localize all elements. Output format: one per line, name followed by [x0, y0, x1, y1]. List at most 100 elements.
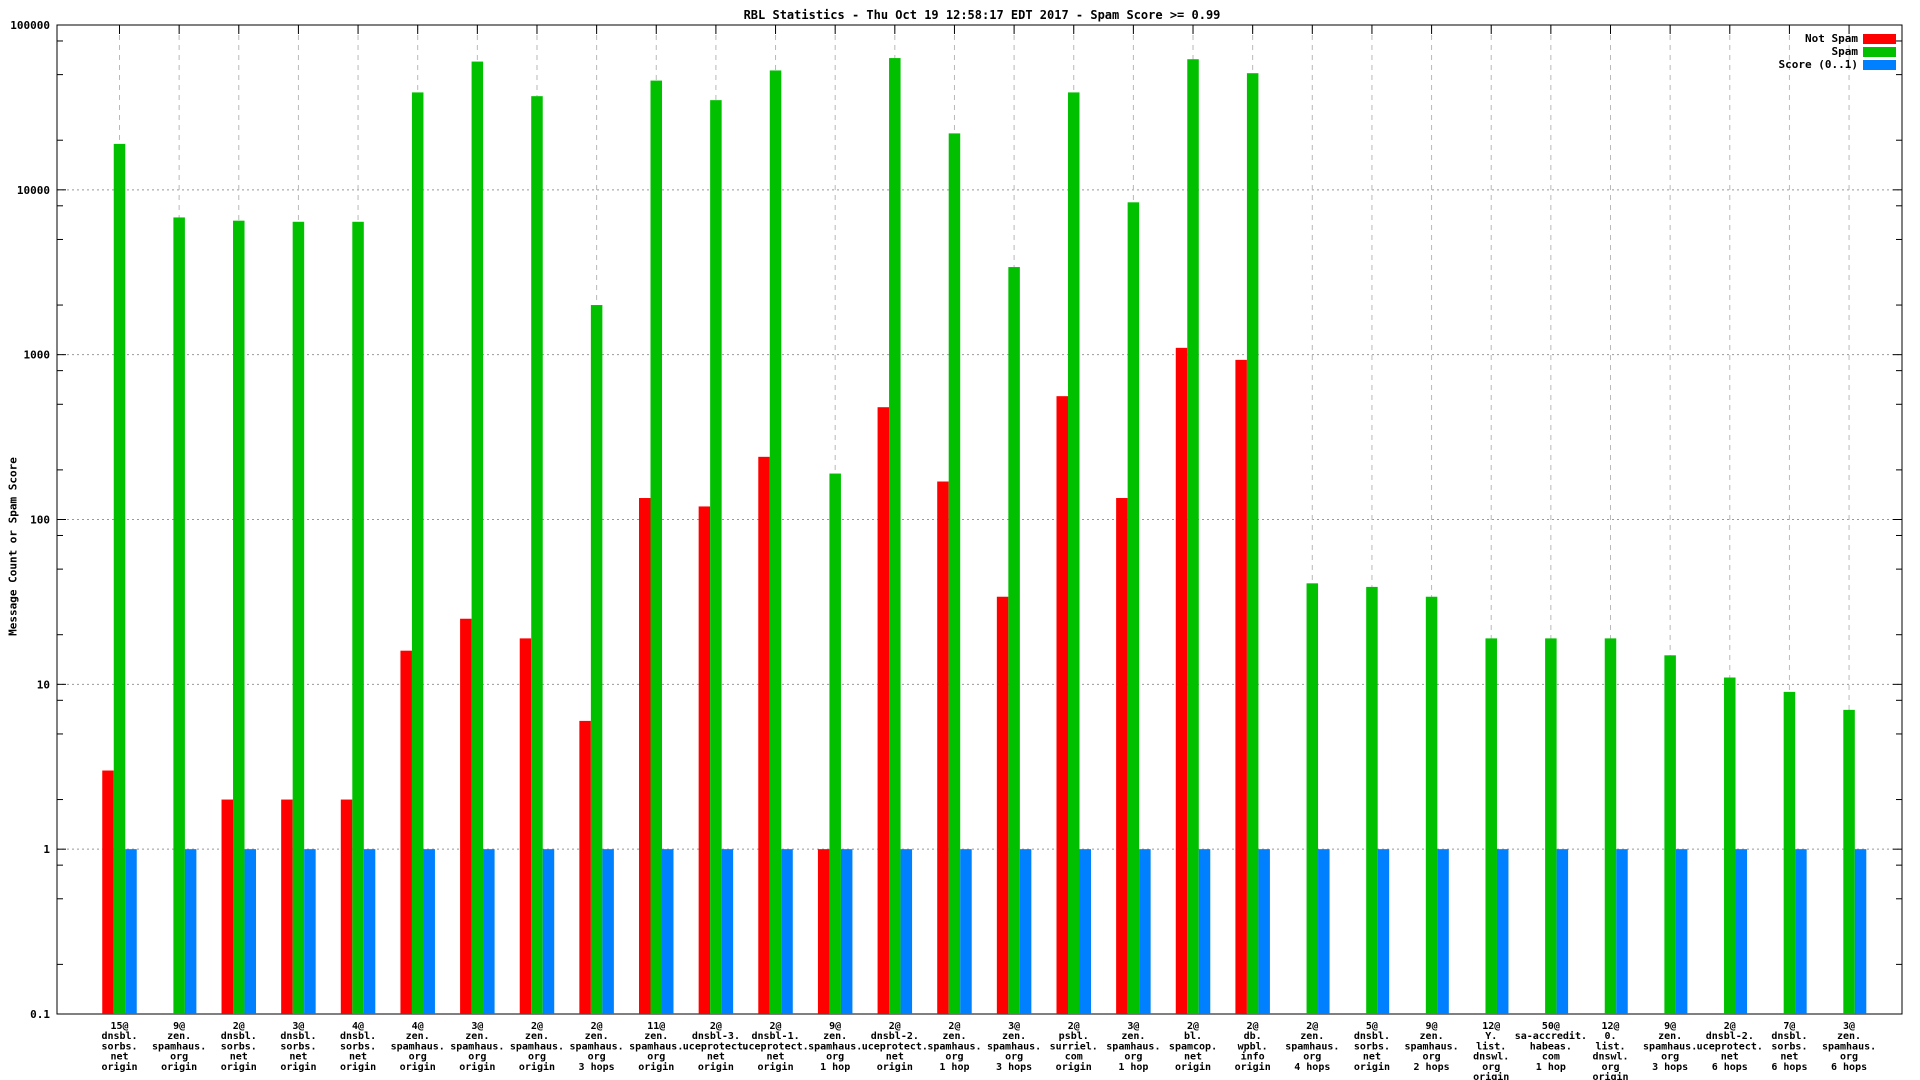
bar-spam-19 [1247, 73, 1259, 1014]
bar-not-spam-15 [997, 597, 1009, 1014]
bar-spam-20 [1307, 583, 1319, 1014]
bar-not-spam-11 [758, 457, 770, 1014]
bar-score-0-1-10 [722, 849, 734, 1014]
bar-score-0-1-18 [1199, 849, 1211, 1014]
bar-spam-23 [1485, 638, 1497, 1014]
x-axis-label: 2@bl.spamcop.netorigin [1169, 1021, 1217, 1073]
x-axis-label: 12@Y.list.dnswl.orgorigin [1473, 1021, 1509, 1080]
bar-spam-26 [1664, 655, 1676, 1014]
x-axis-label: 2@zen.spamhaus.orgorigin [510, 1021, 564, 1073]
bar-spam-28 [1784, 692, 1796, 1014]
bar-not-spam-8 [579, 721, 591, 1014]
y-tick-label: 100 [30, 514, 50, 527]
legend-item-spam: Spam [0, 46, 1920, 58]
bar-spam-27 [1724, 678, 1736, 1014]
x-axis-label: 2@dnsbl-2.uceprotect.net6 hops [1697, 1021, 1763, 1073]
bar-score-0-1-5 [423, 849, 435, 1014]
bar-spam-16 [1068, 92, 1080, 1014]
bar-score-0-1-4 [364, 849, 376, 1014]
bar-spam-21 [1366, 587, 1378, 1014]
legend-swatch [1863, 47, 1896, 57]
legend-label: Score (0..1) [1779, 59, 1858, 71]
x-axis-label: 9@zen.spamhaus.org3 hops [1643, 1021, 1697, 1073]
y-tick-label: 1 [43, 843, 50, 856]
bar-spam-22 [1426, 597, 1438, 1014]
bar-not-spam-13 [878, 407, 890, 1014]
bar-not-spam-19 [1235, 360, 1247, 1014]
x-axis-label: 2@dnsbl-1.uceprotect.netorigin [742, 1021, 808, 1073]
bar-not-spam-10 [699, 506, 711, 1014]
x-axis-label: 9@zen.spamhaus.org1 hop [808, 1021, 862, 1073]
bar-score-0-1-3 [304, 849, 316, 1014]
bar-spam-13 [889, 58, 901, 1014]
bar-score-0-1-14 [960, 849, 972, 1014]
bar-spam-2 [233, 221, 245, 1014]
bar-not-spam-12 [818, 849, 830, 1014]
x-axis-label: 3@dnsbl.sorbs.netorigin [280, 1021, 316, 1073]
rbl-statistics-chart: RBL Statistics - Thu Oct 19 12:58:17 EDT… [0, 0, 1920, 1080]
x-axis-label: 3@zen.spamhaus.org1 hop [1106, 1021, 1160, 1073]
x-axis-label: 11@zen.spamhaus.orgorigin [629, 1021, 683, 1073]
bar-not-spam-4 [341, 800, 353, 1014]
x-axis-label: 4@zen.spamhaus.orgorigin [391, 1021, 445, 1073]
bar-not-spam-3 [281, 800, 293, 1014]
bar-score-0-1-8 [602, 849, 614, 1014]
bar-spam-29 [1843, 710, 1855, 1014]
y-tick-label: 10000 [17, 184, 50, 197]
bar-score-0-1-19 [1258, 849, 1270, 1014]
bar-spam-7 [531, 96, 543, 1014]
bar-score-0-1-28 [1795, 849, 1807, 1014]
x-axis-label: 3@zen.spamhaus.org6 hops [1822, 1021, 1876, 1073]
bar-score-0-1-17 [1139, 849, 1151, 1014]
bar-score-0-1-0 [125, 849, 137, 1014]
bar-spam-15 [1008, 267, 1020, 1014]
bar-score-0-1-11 [781, 849, 793, 1014]
legend-item-not-spam: Not Spam [0, 33, 1920, 45]
bar-not-spam-7 [520, 638, 532, 1014]
bar-not-spam-2 [222, 800, 234, 1014]
bar-score-0-1-22 [1437, 849, 1449, 1014]
bar-score-0-1-21 [1378, 849, 1390, 1014]
x-axis-label: 2@psbl.surriel.comorigin [1050, 1021, 1098, 1073]
bar-spam-17 [1128, 202, 1140, 1014]
bar-score-0-1-23 [1497, 849, 1509, 1014]
x-axis-label: 3@zen.spamhaus.org3 hops [987, 1021, 1041, 1073]
bar-spam-11 [770, 70, 782, 1014]
bar-score-0-1-12 [841, 849, 853, 1014]
bar-score-0-1-20 [1318, 849, 1330, 1014]
x-axis-label: 2@zen.spamhaus.org3 hops [570, 1021, 624, 1073]
bar-spam-1 [173, 217, 185, 1014]
x-axis-label: 2@db.wpbl.infoorigin [1235, 1021, 1271, 1073]
bar-spam-5 [412, 92, 424, 1014]
x-axis-label: 12@0.list.dnswl.orgorigin [1592, 1021, 1628, 1080]
bar-not-spam-16 [1056, 396, 1068, 1014]
bar-score-0-1-29 [1855, 849, 1867, 1014]
x-axis-label: 2@zen.spamhaus.org1 hop [927, 1021, 981, 1073]
plot-area: 1000001000010001001010.115@dnsbl.sorbs.n… [0, 0, 1920, 1080]
bar-not-spam-17 [1116, 498, 1128, 1014]
x-axis-label: 2@dnsbl.sorbs.netorigin [221, 1021, 257, 1073]
legend-label: Not Spam [1805, 33, 1858, 45]
bar-spam-4 [352, 222, 364, 1014]
bar-score-0-1-9 [662, 849, 674, 1014]
bar-score-0-1-7 [543, 849, 555, 1014]
bar-spam-12 [829, 474, 841, 1014]
y-tick-label: 10 [37, 678, 50, 691]
x-axis-label: 2@zen.spamhaus.org4 hops [1285, 1021, 1339, 1073]
legend-item-score-0-1: Score (0..1) [0, 59, 1920, 71]
bar-spam-18 [1187, 59, 1199, 1014]
x-axis-label: 5@dnsbl.sorbs.netorigin [1354, 1021, 1390, 1073]
bar-spam-8 [591, 305, 603, 1014]
bar-spam-25 [1605, 638, 1617, 1014]
y-tick-label: 100000 [10, 19, 50, 32]
bar-score-0-1-2 [245, 849, 257, 1014]
x-axis-label: 50@sa-accredit.habeas.com1 hop [1515, 1021, 1587, 1073]
bar-score-0-1-6 [483, 849, 495, 1014]
bar-spam-3 [293, 222, 305, 1014]
x-axis-label: 3@zen.spamhaus.orgorigin [450, 1021, 504, 1073]
x-axis-label: 15@dnsbl.sorbs.netorigin [101, 1021, 137, 1073]
bar-spam-0 [114, 144, 126, 1014]
x-axis-label: 7@dnsbl.sorbs.net6 hops [1771, 1021, 1807, 1073]
x-axis-label: 4@dnsbl.sorbs.netorigin [340, 1021, 376, 1073]
legend-label: Spam [1832, 46, 1859, 58]
